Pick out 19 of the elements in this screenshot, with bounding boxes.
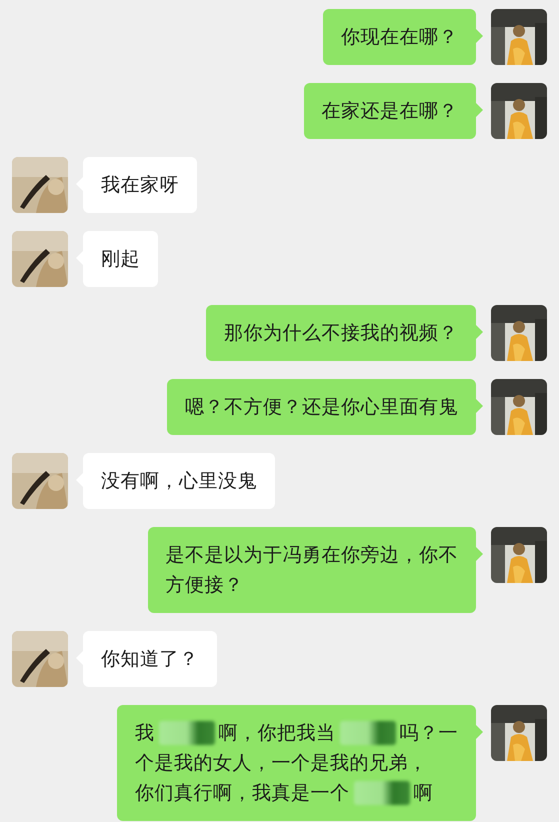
message-text: 吗？一 xyxy=(400,721,458,746)
message-text: 我 xyxy=(135,721,154,746)
message-text: 你们真行啊，我真是一个 xyxy=(135,781,350,806)
message-text: 啊，你把我当 xyxy=(218,721,336,746)
redaction-mark xyxy=(354,781,410,805)
redaction-mark xyxy=(158,721,214,745)
message-text: 那你为什么不接我的视频？ xyxy=(224,321,458,346)
message-text: 在家还是在哪？ xyxy=(322,99,458,124)
redaction-mark xyxy=(340,721,396,745)
message-text: 你现在在哪？ xyxy=(341,25,458,50)
message-text: 是不是以为于冯勇在你旁边，你不 xyxy=(166,543,458,568)
message-text: 啊 xyxy=(414,781,433,806)
message-text: 刚起 xyxy=(101,247,140,272)
message-text: 个是我的女人，一个是我的兄弟， xyxy=(135,751,428,776)
message-text: 嗯？不方便？还是你心里面有鬼 xyxy=(185,395,458,420)
message-text: 方便接？ xyxy=(166,573,244,598)
message-text: 你知道了？ xyxy=(101,647,198,672)
message-text: 没有啊，心里没鬼 xyxy=(101,469,257,494)
message-text: 我在家呀 xyxy=(101,173,179,198)
